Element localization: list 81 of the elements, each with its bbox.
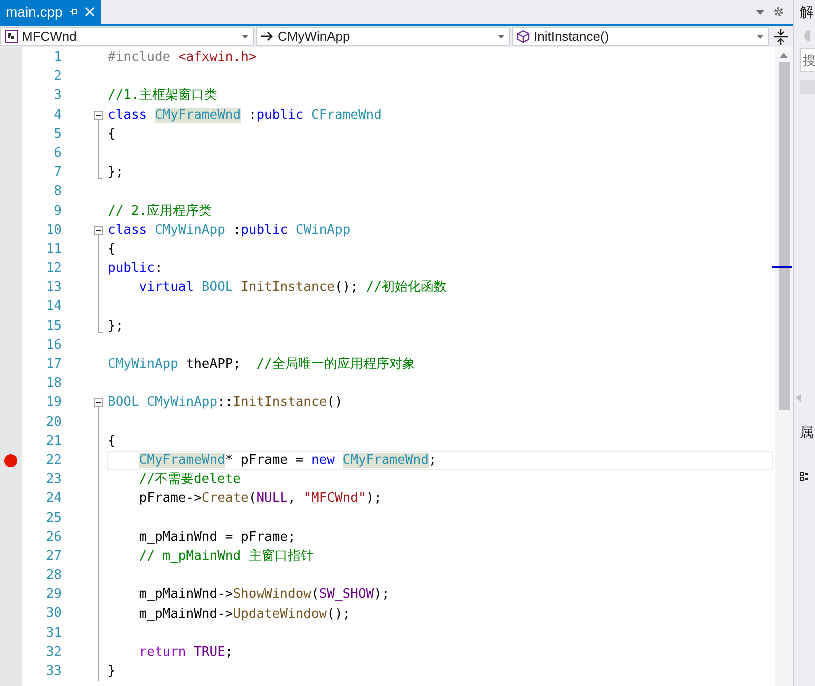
line-number: 30 [45,605,62,624]
navigation-dropdown[interactable]: InitInstance() [512,27,769,46]
dropdown-icon [757,34,764,38]
panel-title: 解 [800,4,815,22]
file-tab[interactable]: main.cpp [0,0,101,24]
breakpoint-icon[interactable] [4,454,18,468]
navigation-dropdown[interactable]: MFCWnd [0,27,254,46]
code-line: m_pMainWnd = pFrame; [139,528,296,546]
project-icon [5,30,18,43]
scroll-marker [772,266,792,268]
line-number: 4 [53,106,62,125]
code-line: class CMyFrameWnd :public CFrameWnd [108,106,382,124]
line-number: 26 [45,528,62,547]
line-number: 22 [45,452,62,470]
dropdown-icon[interactable] [756,10,765,14]
code-line: return TRUE; [139,644,234,661]
grid-icon [800,472,808,482]
line-number: 2 [53,68,62,86]
line-number: 6 [53,144,62,163]
collapse-icon[interactable] [94,226,103,235]
code-line: { [108,240,116,258]
arrow-icon [261,30,274,43]
line-number: 23 [45,471,62,490]
line-number: 16 [45,336,62,355]
line-number: 27 [45,548,62,566]
line-number: 11 [45,240,62,259]
line-number: 32 [45,644,62,662]
code-line: } [108,663,116,680]
code-line: }; [108,318,124,335]
code-line: }; [108,164,124,182]
code-line: m_pMainWnd->ShowWindow(SW_SHOW); [139,586,390,604]
dropdown-icon [242,34,249,38]
code-line: // m_pMainWnd 主窗口指针 [139,548,314,565]
line-number: 25 [45,510,62,528]
dropdown-icon [498,34,505,38]
code-line: public: [108,260,163,278]
code-line: { [108,432,116,450]
pin-icon[interactable] [68,7,79,17]
cube-icon [517,30,530,43]
collapse-icon[interactable] [94,110,103,120]
code-line: #include <afxwin.h> [108,49,257,66]
line-number: 1 [53,49,62,67]
line-number: 7 [53,164,62,182]
code-line: //1.主框架窗口类 [108,87,218,104]
line-number: 21 [45,432,62,451]
panel-title: 属 [800,424,815,442]
line-number: 9 [53,202,62,220]
line-number: 13 [45,279,62,298]
line-number: 17 [45,356,62,374]
code-line: pFrame->Create(NULL, "MFCWnd"); [139,490,382,508]
line-number: 28 [45,567,62,586]
code-line: virtual BOOL InitInstance(); //初始化函数 [139,279,447,296]
line-number: 3 [53,87,62,106]
scroll-thumb[interactable] [778,62,790,410]
code-line: class CMyWinApp :public CWinApp [108,222,351,239]
line-number: 5 [53,126,62,144]
code-line: { [108,126,116,143]
line-number: 24 [45,490,62,508]
line-number: 31 [45,624,62,643]
code-line: m_pMainWnd->UpdateWindow(); [139,606,351,623]
line-number: 33 [45,663,62,681]
scroll-up-icon[interactable] [780,53,788,58]
line-number: 12 [45,260,62,278]
settings-icon[interactable] [773,6,785,18]
line-number: 15 [45,318,62,336]
navigation-dropdown[interactable]: CMyWinApp [256,27,510,46]
code-line: //不需要delete [139,471,241,488]
line-number: 8 [53,183,62,202]
line-number: 19 [45,394,62,412]
line-number: 14 [45,298,62,316]
code-line: // 2.应用程序类 [108,202,212,220]
split-icon[interactable] [774,28,788,44]
line-number: 10 [45,222,62,240]
line-number: 29 [45,586,62,604]
code-line: CMyFrameWnd* pFrame = new CMyFrameWnd; [139,452,437,470]
close-icon[interactable] [84,7,95,17]
collapse-icon[interactable] [94,398,103,408]
code-line: BOOL CMyWinApp::InitInstance() [108,394,343,412]
line-number: 20 [45,414,62,432]
line-number: 18 [45,375,62,394]
code-line: CMyWinApp theAPP; //全局唯一的应用程序对象 [108,356,416,374]
